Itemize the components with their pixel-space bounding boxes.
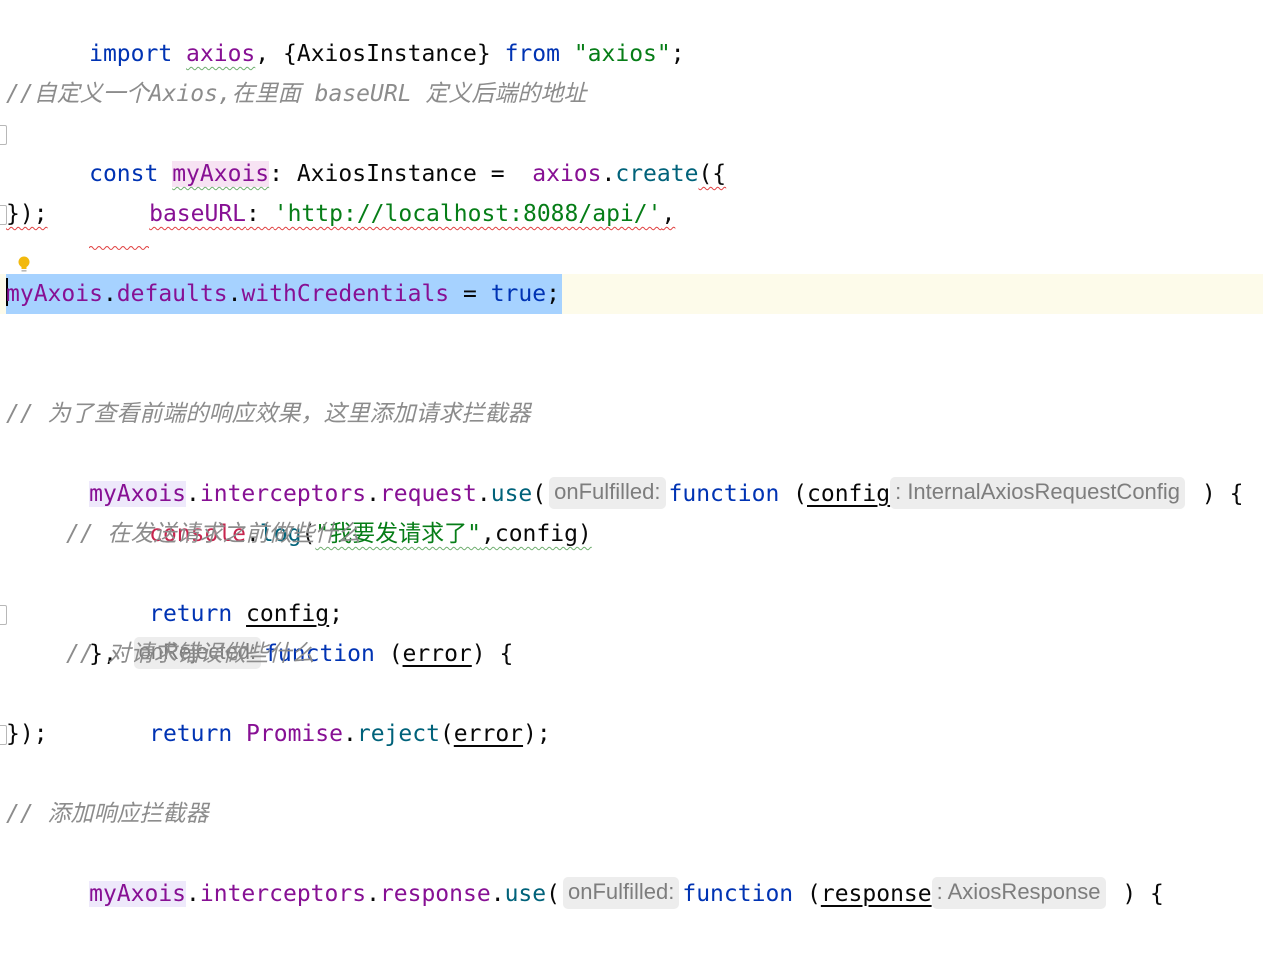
code-line-3[interactable]: //自定义一个Axios,在里面 baseURL 定义后端的地址 (0, 74, 1263, 114)
code-line-14[interactable]: // 在发送请求之前做些什么 (0, 514, 1263, 554)
punct: . (227, 281, 242, 307)
property-interceptors: interceptors (199, 881, 367, 907)
code-line-6[interactable]: }); (0, 194, 1263, 234)
code-line-12[interactable]: myAxois.interceptors.request.use(onFulfi… (0, 434, 1263, 509)
code-line-1[interactable]: import axios, {AxiosInstance} from "axio… (0, 0, 1263, 67)
identifier-myaxois: myAxois (6, 281, 103, 307)
keyword-function: function (682, 881, 794, 907)
punct: . (366, 881, 380, 907)
code-line-15[interactable]: return config; (0, 554, 1263, 627)
lightbulb-icon[interactable] (17, 255, 31, 275)
block-close: }); (6, 721, 48, 747)
string-module: "axios" (573, 41, 671, 67)
punct: ( (793, 881, 821, 907)
code-line-13[interactable]: console.log("我要发请求了",config) (0, 474, 1263, 547)
comment: // 对请求错误做些什么 (66, 641, 315, 667)
identifier-axios: axios (186, 41, 256, 67)
code-line-16[interactable]: }, onRejected: function (error) { (0, 594, 1263, 669)
punct: ) { (1108, 881, 1164, 907)
punct: . (186, 881, 200, 907)
keyword-true: true (490, 281, 547, 307)
keyword-from: from (504, 41, 560, 67)
code-line-5[interactable]: baseURL: 'http://localhost:8088/api/', (0, 154, 1263, 250)
property-with-credentials: withCredentials (241, 281, 450, 307)
punct: } (476, 41, 505, 67)
type-hint: : AxiosResponse (931, 877, 1106, 909)
punct: . (102, 281, 117, 307)
code-line-21[interactable]: // 添加响应拦截器 (0, 794, 1263, 834)
selected-text: myAxois.defaults.withCredentials = true; (6, 274, 562, 314)
identifier-myaxois: myAxois (89, 881, 187, 907)
code-line-18[interactable]: return Promise.reject(error); (0, 674, 1263, 747)
code-line-4[interactable]: const myAxois: AxiosInstance = axios.cre… (0, 114, 1263, 187)
comment: //自定义一个Axios,在里面 baseURL 定义后端的地址 (6, 81, 587, 107)
keyword-import: import (89, 41, 173, 67)
code-line-19[interactable]: }); (0, 714, 1263, 754)
code-line-8[interactable]: myAxois.defaults.withCredentials = true; (0, 274, 1263, 314)
code-line-17[interactable]: // 对请求错误做些什么 (0, 634, 1263, 674)
punct: ; (546, 281, 560, 307)
error-underline (6, 184, 150, 250)
method-use: use (504, 881, 547, 907)
code-line-11[interactable]: // 为了查看前端的响应效果，这里添加请求拦截器 (0, 394, 1263, 434)
param-response: response (820, 881, 932, 907)
punct: ( (546, 881, 560, 907)
identifier-axios-instance: AxiosInstance (296, 41, 477, 67)
parameter-hint: onFulfilled: (562, 877, 680, 909)
block-close: }); (6, 201, 48, 227)
punct: , { (255, 41, 297, 67)
comment: // 在发送请求之前做些什么 (66, 521, 361, 547)
punct: ; (670, 41, 685, 67)
code-editor[interactable]: import axios, {AxiosInstance} from "axio… (0, 0, 1263, 909)
property-defaults: defaults (116, 281, 228, 307)
code-line-22[interactable]: myAxois.interceptors.response.use(onFulf… (0, 834, 1263, 909)
comment: // 添加响应拦截器 (6, 801, 209, 827)
punct: . (490, 881, 505, 907)
property-response: response (379, 881, 491, 907)
comment: // 为了查看前端的响应效果，这里添加请求拦截器 (6, 401, 531, 427)
punct: = (449, 281, 491, 307)
